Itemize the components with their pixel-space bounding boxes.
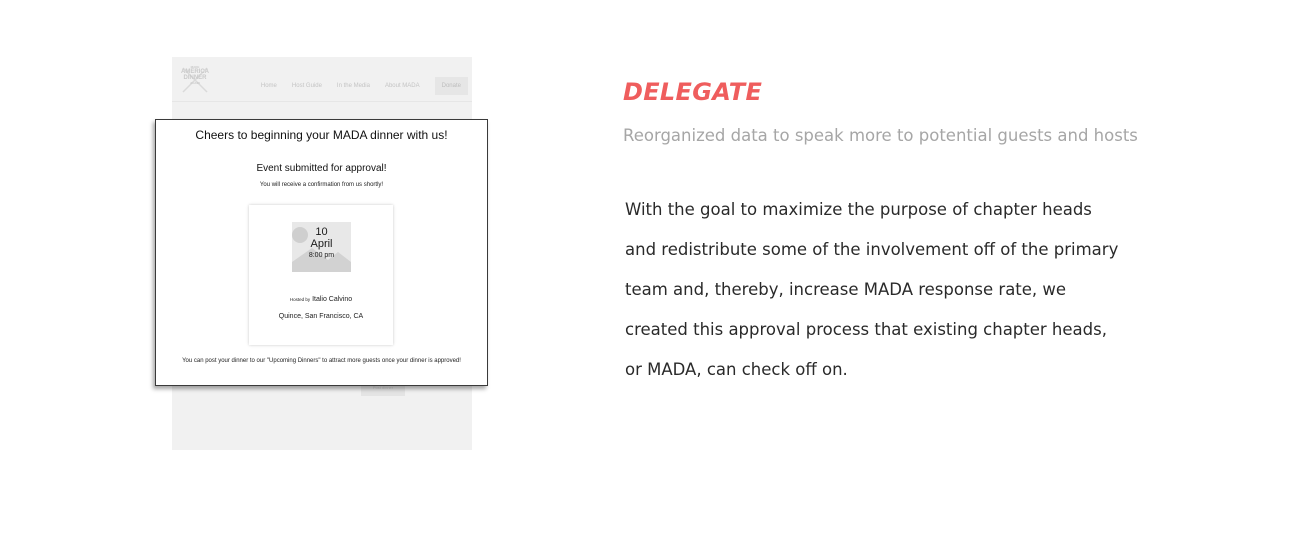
hosted-by-label: Hosted by — [289, 297, 311, 302]
event-image: 10 April 8:00 pm — [292, 222, 351, 272]
nav-link-in-the-media[interactable]: In the Media — [337, 83, 370, 89]
mockup-nav: Home Host Guide In the Media About MADA … — [261, 77, 468, 95]
mockup-header: MAKE AMERICA DINNER AGAIN Home Host Guid… — [172, 57, 472, 102]
event-time: 8:00 pm — [308, 252, 335, 259]
nav-link-home[interactable]: Home — [261, 83, 277, 89]
nav-link-about-mada[interactable]: About MADA — [385, 83, 420, 89]
event-day: 10 — [315, 226, 328, 238]
event-location: Quince, San Francisco, CA — [278, 313, 364, 320]
section-body: With the goal to maximize the purpose of… — [625, 190, 1185, 390]
body-line: or MADA, can check off on. — [625, 360, 848, 379]
logo-word: AGAIN — [190, 81, 200, 85]
section-heading: DELEGATE — [623, 78, 763, 106]
section-subheading: Reorganized data to speak more to potent… — [623, 126, 1138, 145]
modal-title: Cheers to beginning your MADA dinner wit… — [195, 128, 448, 142]
body-line: and redistribute some of the involvement… — [625, 240, 1119, 259]
nav-link-host-guide[interactable]: Host Guide — [292, 83, 322, 89]
modal-footer-note: You can post your dinner to our "Upcomin… — [182, 358, 461, 364]
confirmation-modal: Cheers to beginning your MADA dinner wit… — [155, 119, 488, 386]
body-line: team and, thereby, increase MADA respons… — [625, 280, 1067, 299]
host-name: Italio Calvino — [312, 296, 353, 303]
modal-subtitle: Event submitted for approval! — [256, 163, 387, 174]
modal-note: You will receive a confirmation from us … — [259, 182, 384, 188]
event-date: 10 April 8:00 pm — [292, 226, 351, 261]
event-host: Hosted by Italio Calvino — [249, 296, 393, 303]
event-card[interactable]: 10 April 8:00 pm Hosted by Italio Calvin… — [249, 205, 393, 345]
body-line: With the goal to maximize the purpose of… — [625, 200, 1092, 219]
event-month: April — [310, 238, 333, 250]
body-line: created this approval process that exist… — [625, 320, 1107, 339]
mada-logo: MAKE AMERICA DINNER AGAIN — [178, 65, 212, 95]
donate-button[interactable]: Donate — [434, 77, 468, 95]
